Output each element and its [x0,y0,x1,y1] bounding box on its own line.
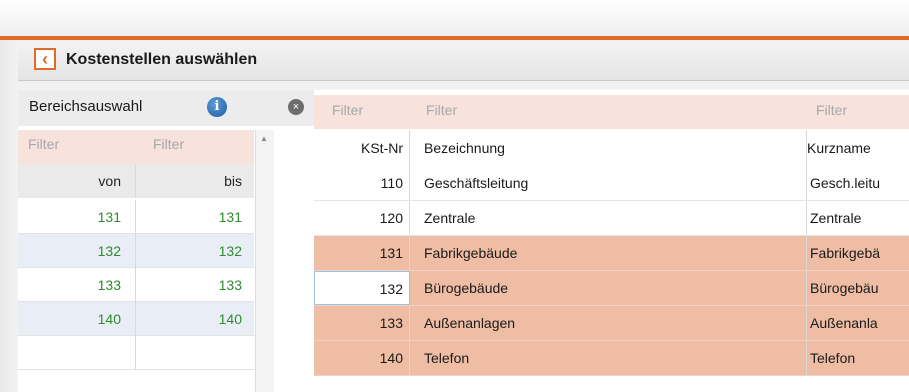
range-von-cell[interactable]: 133 [18,268,136,302]
info-icon[interactable]: i [207,97,227,117]
dialog-title-bar: ‹ Kostenstellen auswählen [18,42,909,81]
window-top-shade [0,0,909,36]
table-row-selected[interactable]: 132 Bürogebäude Bürogebäu [314,271,909,306]
kurzname-cell[interactable]: Gesch.leitu [806,166,909,200]
column-header-kurzname[interactable]: Kurzname [806,130,909,166]
table-row-selected[interactable]: 133 Außenanlagen Außenanla [314,306,909,341]
kst-nr-cell[interactable]: 131 [314,236,410,270]
cost-center-list-panel: Filter Filter Filter KSt-Nr Bezeichnung … [314,90,909,392]
range-selection-title: Bereichsauswahl [29,98,143,115]
range-bis-cell[interactable]: 133 [136,268,254,302]
range-row[interactable]: 133 133 [18,268,254,302]
kurzname-cell[interactable]: Telefon [806,341,909,375]
close-icon[interactable]: × [288,99,304,115]
dialog-title: Kostenstellen auswählen [66,51,258,68]
accent-bar [0,36,909,40]
kst-nr-cell[interactable]: 110 [314,166,410,200]
range-grid-header: von bis [18,164,254,198]
scroll-up-icon[interactable]: ▲ [260,134,268,143]
range-selection-header: Bereichsauswahl i × [18,90,314,126]
filter-kurzname-input[interactable]: Filter [816,102,847,118]
range-von-cell[interactable]: 140 [18,302,136,336]
range-bis-cell[interactable] [136,336,254,370]
range-row-empty[interactable] [18,336,254,370]
chevron-left-icon: ‹ [42,49,48,69]
column-header-bis[interactable]: bis [136,164,254,198]
kurzname-cell[interactable]: Außenanla [806,306,909,340]
column-header-von[interactable]: von [18,164,136,198]
right-filter-row: Filter Filter Filter [314,95,909,129]
kst-nr-cell[interactable]: 120 [314,201,410,235]
range-von-cell[interactable]: 132 [18,234,136,268]
table-row[interactable]: 110 Geschäftsleitung Gesch.leitu [314,166,909,201]
range-von-cell[interactable]: 131 [18,200,136,234]
cost-center-grid-header: KSt-Nr Bezeichnung Kurzname [314,130,909,167]
range-row[interactable]: 131 131 [18,200,254,234]
kst-nr-cell-focused[interactable]: 132 [314,271,410,305]
table-row[interactable]: 120 Zentrale Zentrale [314,201,909,236]
range-bis-cell[interactable]: 132 [136,234,254,268]
bezeichnung-cell[interactable]: Außenanlagen [424,306,515,340]
bezeichnung-cell[interactable]: Telefon [424,341,469,375]
kurzname-cell[interactable]: Fabrikgebä [806,236,909,270]
range-bis-cell[interactable]: 131 [136,200,254,234]
range-row[interactable]: 132 132 [18,234,254,268]
column-header-kst-nr[interactable]: KSt-Nr [314,130,410,166]
kst-nr-cell[interactable]: 140 [314,341,410,375]
bezeichnung-cell[interactable]: Geschäftsleitung [424,166,528,200]
column-header-bezeichnung[interactable]: Bezeichnung [424,130,505,166]
kst-nr-cell[interactable]: 133 [314,306,410,340]
filter-kst-nr-input[interactable]: Filter [332,102,363,118]
left-filter-row: Filter Filter [18,130,254,164]
table-row-selected[interactable]: 131 Fabrikgebäude Fabrikgebä [314,236,909,271]
back-button[interactable]: ‹ [34,48,56,70]
bezeichnung-cell[interactable]: Zentrale [424,201,475,235]
kurzname-cell[interactable]: Bürogebäu [806,271,909,305]
range-selection-panel: Bereichsauswahl i × Filter Filter ▲ von … [18,90,315,392]
table-row-selected[interactable]: 140 Telefon Telefon [314,341,909,376]
range-row[interactable]: 140 140 [18,302,254,336]
range-bis-cell[interactable]: 140 [136,302,254,336]
frame-shadow [0,40,18,392]
left-scrollbar[interactable]: ▲ [255,130,274,392]
bezeichnung-cell[interactable]: Bürogebäude [424,271,508,305]
filter-bis-input[interactable]: Filter [153,136,184,152]
filter-bezeichnung-input[interactable]: Filter [426,102,457,118]
bezeichnung-cell[interactable]: Fabrikgebäude [424,236,517,270]
filter-von-input[interactable]: Filter [28,136,59,152]
range-von-cell[interactable] [18,336,136,370]
kurzname-cell[interactable]: Zentrale [806,201,909,235]
